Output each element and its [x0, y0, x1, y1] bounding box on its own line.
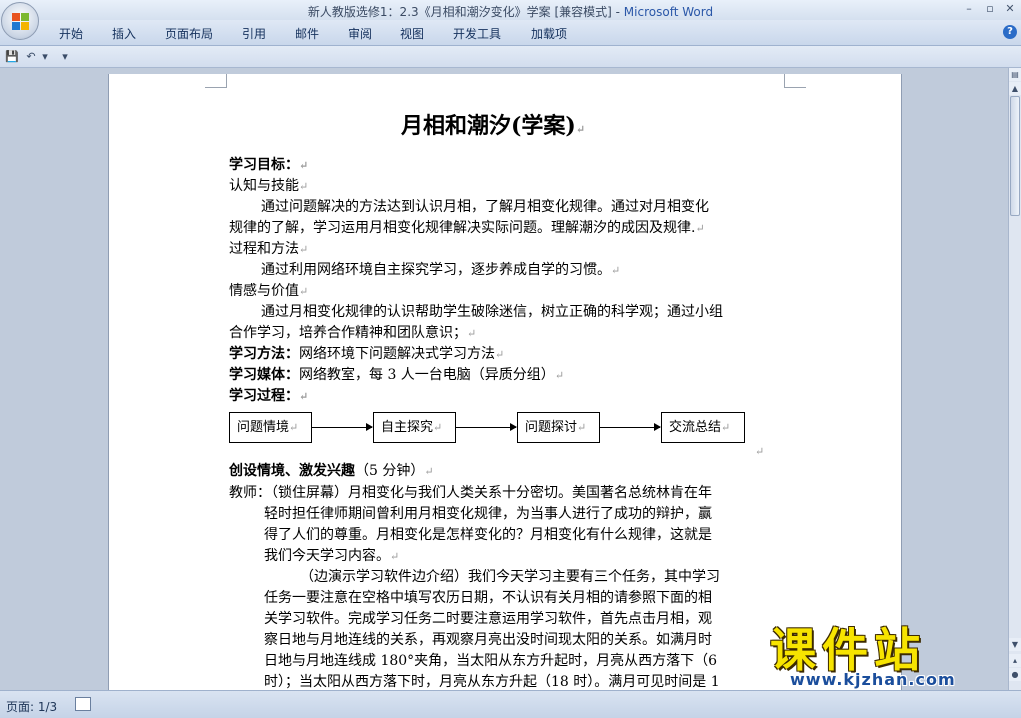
ribbon-tab-bar: 开始 插入 页面布局 引用 邮件 审阅 视图 开发工具 加载项 ? — [0, 20, 1021, 46]
tab-developer[interactable]: 开发工具 — [453, 25, 501, 42]
ruler-toggle-icon[interactable]: ▤ — [1009, 68, 1021, 81]
doc-line: 教师：（锁住屏幕）月相变化与我们人类关系十分密切。美国著名总统林肯在年 — [229, 485, 712, 501]
paragraph-mark: ↵ — [575, 123, 586, 136]
save-icon[interactable]: 💾 — [4, 49, 20, 65]
close-button[interactable]: ✕ — [1002, 2, 1018, 16]
scroll-down-icon[interactable]: ▼ — [1009, 638, 1021, 651]
customize-toolbar-icon[interactable]: ▾ — [60, 49, 70, 65]
flow-arrow — [312, 423, 373, 431]
status-bar: 页面: 1/3 — [0, 690, 1021, 718]
doc-line: 合作学习，培养合作精神和团队意识；↵ — [229, 325, 477, 341]
doc-line: 学习目标：↵ — [229, 157, 309, 173]
quick-access-toolbar: 💾 ↶ ▾ ▾ — [0, 46, 1021, 68]
minimize-button[interactable]: – — [961, 2, 977, 16]
doc-line: 日地与月地连线成 180°夹角，当太阳从东方升起时，月亮从西方落下（6 — [264, 653, 718, 669]
doc-line: 学习媒体：网络教室，每 3 人一台电脑（异质分组）↵ — [229, 367, 565, 383]
office-button[interactable] — [1, 2, 39, 40]
scroll-thumb[interactable] — [1010, 96, 1020, 216]
doc-line: 学习过程：↵ — [229, 388, 309, 404]
tab-page-layout[interactable]: 页面布局 — [165, 25, 213, 42]
doc-line: 得了人们的尊重。月相变化是怎样变化的？月相变化有什么规律，这就是 — [264, 527, 712, 543]
watermark-url: www.kjzhan.com — [790, 670, 956, 689]
undo-dropdown-icon[interactable]: ▾ — [40, 49, 50, 65]
flow-box-discuss: 问题探讨↵ — [517, 412, 600, 443]
office-logo-icon — [12, 13, 30, 31]
doc-line: 认知与技能↵ — [229, 178, 309, 194]
flow-arrow — [600, 423, 661, 431]
document-name: 新人教版选修1：2.3《月相和潮汐变化》学案 [兼容模式] — [307, 5, 612, 19]
title-separator: - — [611, 5, 624, 19]
doc-line: 规律的了解，学习运用月相变化规律解决实际问题。理解潮汐的成因及规律.↵ — [229, 220, 705, 236]
doc-line: 关学习软件。完成学习任务二时要注意运用学习软件，首先点击月相，观 — [264, 611, 712, 627]
doc-line: 通过利用网络环境自主探究学习，逐步养成自学的习惯。↵ — [261, 262, 621, 278]
doc-line: 过程和方法↵ — [229, 241, 309, 257]
vertical-scrollbar[interactable]: ▤ ▲ ▼ ▴ ● — [1008, 68, 1021, 690]
app-name: Microsoft Word — [623, 5, 714, 19]
doc-line: 情感与价值↵ — [229, 283, 309, 299]
document-page[interactable]: 月相和潮汐(学案)↵ 学习目标：↵ 认知与技能↵ 通过问题解决的方法达到认识月相… — [108, 74, 902, 690]
page-counter[interactable]: 页面: 1/3 — [6, 698, 57, 715]
restore-button[interactable]: ▫ — [982, 2, 998, 16]
doc-line: 通过月相变化规律的认识帮助学生破除迷信，树立正确的科学观；通过小组 — [261, 304, 723, 320]
doc-line: 通过问题解决的方法达到认识月相，了解月相变化规律。通过对月相变化 — [261, 199, 709, 215]
doc-line: 时）；当太阳从西方落下时，月亮从东方升起（18 时）。满月可见时间是 1 — [264, 674, 720, 690]
doc-line: 我们今天学习内容。↵ — [264, 548, 400, 564]
tab-add-ins[interactable]: 加载项 — [531, 25, 567, 42]
help-icon[interactable]: ? — [1003, 25, 1017, 39]
section-heading: 创设情境、激发兴趣（5 分钟）↵ — [229, 463, 434, 479]
crop-mark — [784, 74, 806, 88]
browse-object-icon[interactable]: ● — [1009, 668, 1021, 681]
crop-mark — [205, 74, 227, 88]
tab-insert[interactable]: 插入 — [112, 25, 136, 42]
doc-line: 学习方法：网络环境下问题解决式学习方法↵ — [229, 346, 505, 362]
tab-home[interactable]: 开始 — [59, 25, 83, 42]
tab-references[interactable]: 引用 — [242, 25, 266, 42]
window-title: 新人教版选修1：2.3《月相和潮汐变化》学案 [兼容模式] - Microsof… — [0, 3, 1021, 20]
paragraph-mark: ↵ — [755, 445, 765, 458]
title-bar: 新人教版选修1：2.3《月相和潮汐变化》学案 [兼容模式] - Microsof… — [0, 0, 1021, 20]
flow-arrow — [456, 423, 517, 431]
flow-box-summary: 交流总结↵ — [661, 412, 745, 443]
proofing-icon[interactable] — [75, 697, 91, 711]
doc-line: （边演示学习软件边介绍）我们今天学习主要有三个任务，其中学习 — [300, 569, 720, 585]
previous-page-icon[interactable]: ▴ — [1009, 654, 1021, 667]
doc-line: 察日地与月地连线的关系，再观察月亮出没时间现太阳的关系。如满月时 — [264, 632, 712, 648]
page-title: 月相和潮汐(学案)↵ — [401, 113, 586, 139]
flow-box-situation: 问题情境↵ — [229, 412, 312, 443]
undo-icon[interactable]: ↶ — [24, 49, 38, 65]
doc-line: 任务一要注意在空格中填写农历日期，不认识有关月相的请参照下面的相 — [264, 590, 712, 606]
tab-mailings[interactable]: 邮件 — [295, 25, 319, 42]
document-workspace: 月相和潮汐(学案)↵ 学习目标：↵ 认知与技能↵ 通过问题解决的方法达到认识月相… — [0, 68, 1008, 690]
flow-box-explore: 自主探究↵ — [373, 412, 456, 443]
scroll-up-icon[interactable]: ▲ — [1009, 82, 1021, 95]
tab-view[interactable]: 视图 — [400, 25, 424, 42]
doc-line: 轻时担任律师期间曾利用月相变化规律，为当事人进行了成功的辩护，赢 — [264, 506, 712, 522]
tab-review[interactable]: 审阅 — [348, 25, 372, 42]
